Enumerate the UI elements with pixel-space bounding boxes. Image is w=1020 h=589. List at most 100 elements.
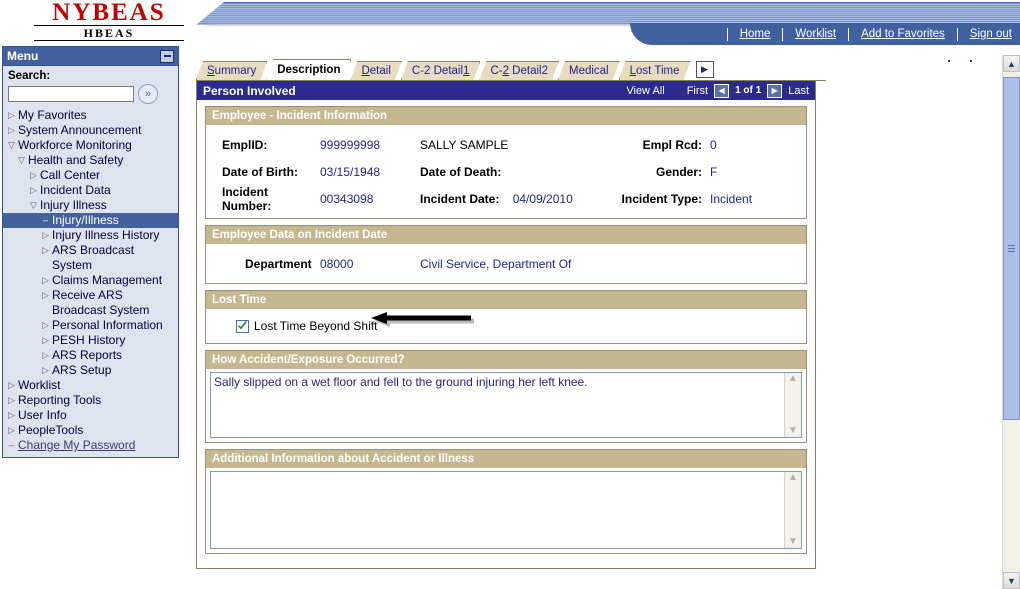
lost-time-beyond-shift-checkbox[interactable] [236, 319, 249, 333]
sidebar-item-injury-illness[interactable]: – Injury/Illness [3, 213, 178, 228]
tab-c-2-detail2[interactable]: C-2 Detail2 [479, 61, 559, 80]
header-banner-stripe [196, 2, 1020, 25]
sidebar-item-injury-illness-history[interactable]: ▷ Injury Illness History [3, 228, 178, 243]
scroll-down-arrow-icon[interactable]: ▼ [788, 426, 798, 436]
scrollbar-thumb[interactable] [1003, 77, 1020, 420]
sidebar-item-ars-broadcast-system[interactable]: ▷ ARS Broadcast System [3, 243, 178, 273]
how-occurred-textarea-wrap: Sally slipped on a wet floor and fell to… [210, 372, 802, 438]
sidebar-item-change-my-password[interactable]: – Change My Password [3, 438, 178, 453]
grid-navigation: View All First ◀ 1 of 1 ▶ Last [626, 83, 809, 98]
first-link[interactable]: First [687, 85, 708, 97]
tab-lost-time[interactable]: Lost Time [619, 61, 691, 80]
sidebar-item-worklist[interactable]: ▷ Worklist [3, 378, 178, 393]
incident-type-label: Incident Type: [621, 191, 702, 206]
tab-medical[interactable]: Medical [558, 61, 620, 80]
sidebar-item-label: Worklist [18, 378, 61, 392]
tab-label: Detail [361, 65, 391, 77]
scroll-up-arrow-icon[interactable]: ▲ [1003, 55, 1020, 72]
view-all-link[interactable]: View All [626, 85, 664, 97]
search-row: » [3, 84, 178, 108]
previous-row-arrow-icon[interactable]: ◀ [714, 83, 730, 98]
sidebar-item-workforce-monitoring[interactable]: ▽ Workforce Monitoring [3, 138, 178, 153]
dash-icon: – [8, 440, 14, 450]
nav-links: Home Worklist Add to Favorites Sign out [726, 23, 1020, 45]
sidebar-item-label: PESH History [52, 333, 126, 347]
person-involved-panel: Person Involved View All First ◀ 1 of 1 … [196, 81, 816, 569]
tab-label: C-2 Detail1 [411, 65, 470, 77]
sidebar-item-injury-illness[interactable]: ▽ Injury Illness [3, 198, 178, 213]
sidebar-item-incident-data[interactable]: ▷ Incident Data [3, 183, 178, 198]
how-occurred-textarea[interactable]: Sally slipped on a wet floor and fell to… [211, 373, 784, 437]
sidebar-item-user-info[interactable]: ▷ User Info [3, 408, 178, 423]
minimize-icon[interactable] [160, 49, 174, 63]
incident-number-label: Incident Number: [222, 184, 272, 213]
collapsed-triangle-icon: ▷ [8, 425, 15, 435]
sidebar-item-pesh-history[interactable]: ▷ PESH History [3, 333, 178, 348]
section-title-lost-time: Lost Time [206, 291, 806, 309]
sidebar-item-label: ARS Setup [52, 363, 112, 377]
nav-link-home[interactable]: Home [726, 27, 784, 41]
emplid-row: EmplID: 999999998 SALLY SAMPLE Empl Rcd:… [210, 131, 802, 158]
additional-info-scrollbar[interactable]: ▲ ▼ [784, 472, 801, 548]
empl-rcd-value: 0 [710, 137, 717, 152]
sidebar-item-call-center[interactable]: ▷ Call Center [3, 168, 178, 183]
employee-name-value: SALLY SAMPLE [420, 137, 509, 152]
sidebar-item-ars-reports[interactable]: ▷ ARS Reports [3, 348, 178, 363]
nav-link-add-to-favorites[interactable]: Add to Favorites [849, 27, 958, 41]
nav-link-sign-out[interactable]: Sign out [958, 28, 1020, 41]
incident-number-row: Incident Number: 00343098 Incident Date:… [210, 184, 802, 213]
scroll-up-arrow-icon[interactable]: ▲ [788, 374, 798, 384]
row-counter: 1 of 1 [735, 85, 762, 96]
sidebar-item-ars-setup[interactable]: ▷ ARS Setup [3, 363, 178, 378]
next-tabs-arrow-icon[interactable]: ▶ [695, 61, 714, 78]
tab-label: C-2 Detail2 [490, 65, 548, 77]
group-title: Person Involved [203, 83, 296, 98]
incident-number-value: 00343098 [320, 191, 374, 206]
sidebar-item-receive-ars-broadcast-system[interactable]: ▷ Receive ARS Broadcast System [3, 288, 178, 318]
emplid-value: 999999998 [320, 137, 381, 152]
section-title-additional-info: Additional Information about Accident or… [206, 450, 806, 468]
gender-value: F [710, 164, 718, 179]
incident-type-value: Incident [710, 191, 753, 206]
gender-label: Gender: [655, 164, 702, 179]
additional-info-textarea[interactable] [211, 472, 784, 548]
left-pointing-arrow-annotation [371, 312, 476, 330]
search-input[interactable] [8, 86, 134, 102]
tab-label: Medical [568, 65, 609, 77]
sidebar-item-claims-management[interactable]: ▷ Claims Management [3, 273, 178, 288]
next-row-arrow-icon[interactable]: ▶ [767, 83, 783, 98]
sidebar-item-system-announcement[interactable]: ▷ System Announcement [3, 123, 178, 138]
how-accident-occurred-section: How Accident/Exposure Occurred? Sally sl… [205, 350, 807, 443]
lost-time-checkbox-row: Lost Time Beyond Shift [206, 309, 806, 343]
nav-link-worklist[interactable]: Worklist [783, 27, 850, 41]
collapsed-triangle-icon: ▷ [42, 320, 49, 330]
tab-description[interactable]: Description [266, 59, 351, 80]
scroll-down-arrow-icon[interactable]: ▼ [788, 537, 798, 547]
scroll-down-arrow-icon[interactable]: ▼ [1003, 572, 1020, 589]
browser-vertical-scrollbar[interactable]: ▲ ▼ [1002, 55, 1020, 589]
section-title-employee-incident: Employee - Incident Information [206, 107, 806, 125]
tab-summary[interactable]: Summary [196, 61, 267, 80]
double-chevron-right-icon[interactable]: » [138, 84, 158, 104]
sidebar-item-peopletools[interactable]: ▷ PeopleTools [3, 423, 178, 438]
tab-detail[interactable]: Detail [350, 61, 401, 80]
tab-c-2-detail1[interactable]: C-2 Detail1 [401, 61, 481, 80]
employee-incident-body: EmplID: 999999998 SALLY SAMPLE Empl Rcd:… [206, 125, 806, 218]
collapsed-triangle-icon: ▷ [42, 245, 49, 255]
collapsed-triangle-icon: ▷ [30, 170, 37, 180]
scroll-up-arrow-icon[interactable]: ▲ [788, 473, 798, 483]
page-header: NYBEAS HBEAS Home Worklist Add to Favori… [0, 0, 1020, 47]
incident-date-label: Incident Date: [420, 191, 500, 206]
menu-title-label: Menu [7, 49, 39, 63]
last-link[interactable]: Last [788, 85, 809, 97]
how-occurred-scrollbar[interactable]: ▲ ▼ [784, 373, 801, 437]
page-artifact-dots [948, 60, 998, 68]
sidebar-item-reporting-tools[interactable]: ▷ Reporting Tools [3, 393, 178, 408]
sidebar-item-personal-information[interactable]: ▷ Personal Information [3, 318, 178, 333]
sidebar-item-health-and-safety[interactable]: ▽ Health and Safety [3, 153, 178, 168]
collapsed-triangle-icon: ▷ [42, 230, 49, 240]
sidebar-item-my-favorites[interactable]: ▷ My Favorites [3, 108, 178, 123]
scrollbar-grip [1008, 243, 1015, 254]
tab-bar: Summary Description Detail C-2 Detail1 C-2 D… [196, 58, 826, 81]
employee-incident-information-section: Employee - Incident Information EmplID: … [205, 106, 807, 219]
